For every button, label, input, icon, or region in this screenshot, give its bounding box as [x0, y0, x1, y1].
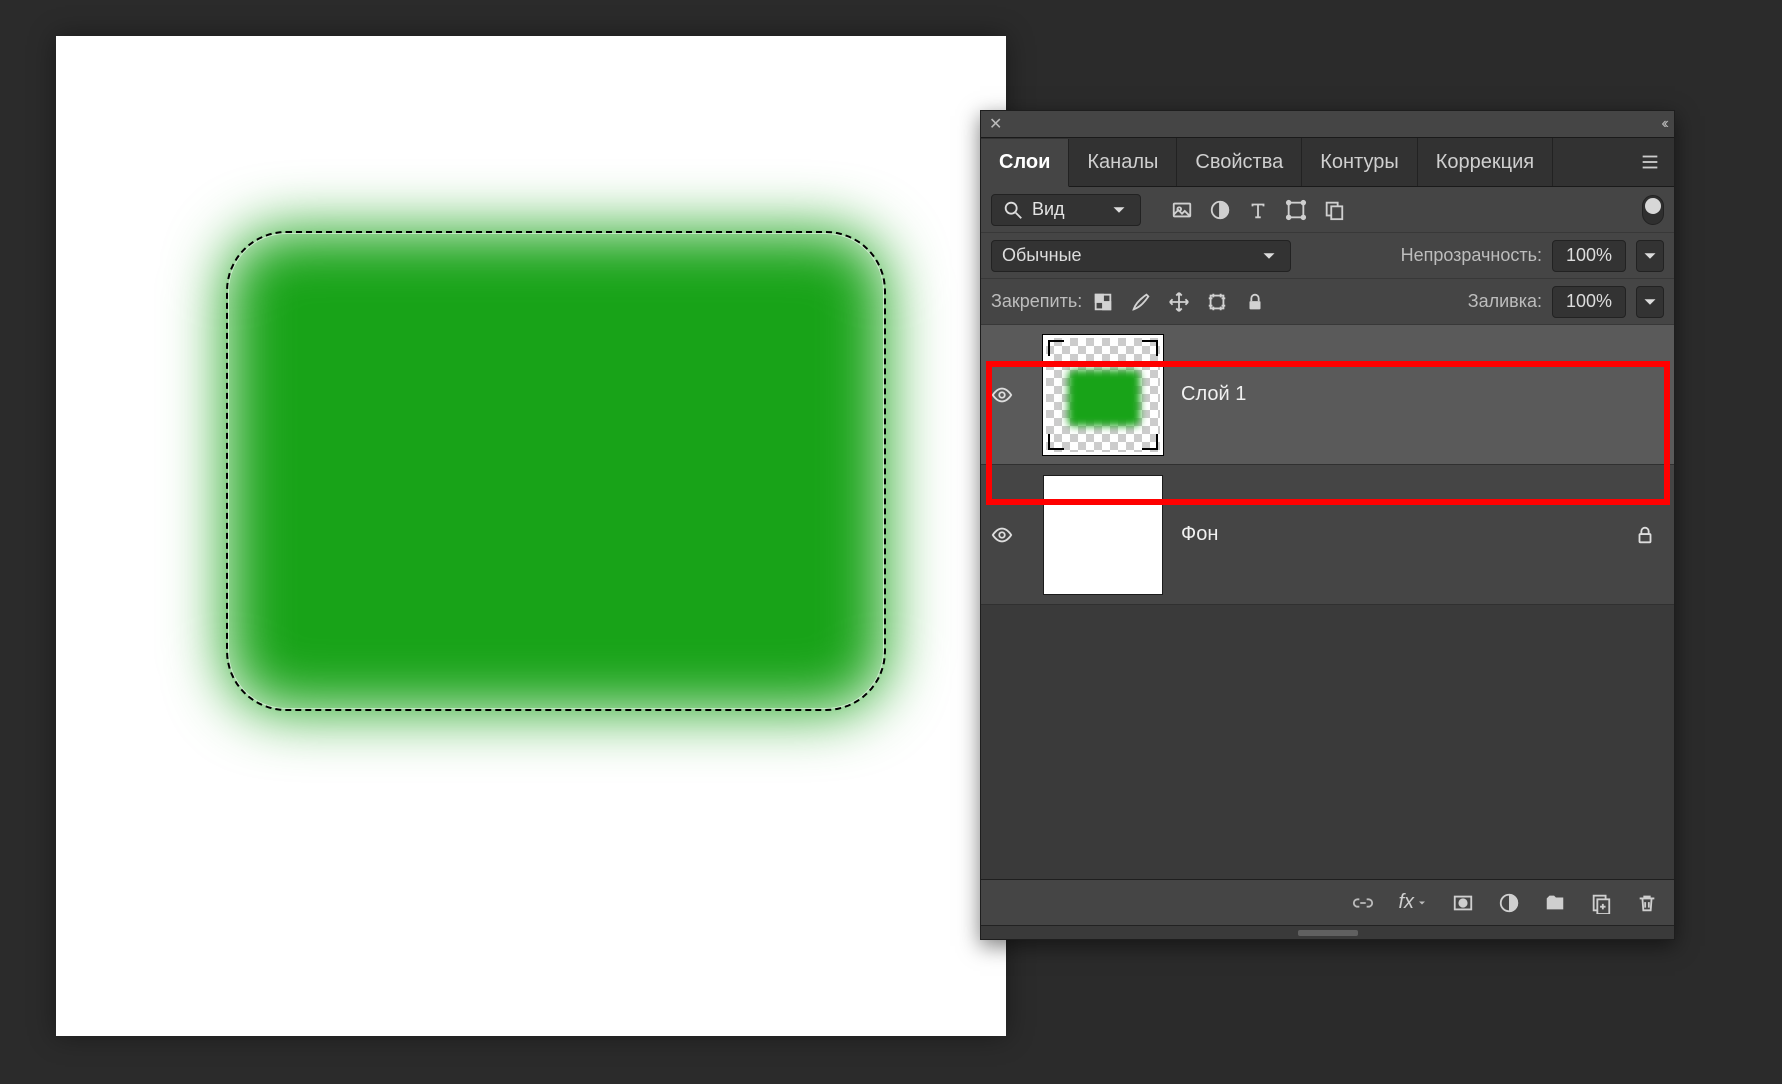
opacity-value[interactable]: 100% — [1552, 240, 1626, 272]
panel-footer: fx — [981, 879, 1674, 925]
thumb-content — [1068, 370, 1140, 426]
layer-row[interactable]: Слой 1 — [981, 325, 1674, 465]
lock-artboard-icon[interactable] — [1206, 291, 1228, 313]
filter-toggle[interactable] — [1642, 195, 1664, 225]
filter-type-icons — [1171, 199, 1345, 221]
new-layer-icon[interactable] — [1590, 892, 1612, 914]
adjust-icon[interactable] — [1209, 199, 1231, 221]
visibility-icon[interactable] — [991, 524, 1025, 546]
visibility-icon[interactable] — [991, 384, 1025, 406]
layer-thumbnail[interactable] — [1043, 335, 1163, 455]
green-shape — [226, 231, 886, 711]
chevron-down-icon — [1639, 245, 1661, 267]
opacity-stepper[interactable] — [1636, 240, 1664, 272]
lock-icon[interactable] — [1634, 524, 1656, 546]
filter-kind-select[interactable]: Вид — [991, 194, 1141, 226]
layer-name[interactable]: Слой 1 — [1181, 383, 1246, 406]
trash-icon[interactable] — [1636, 892, 1658, 914]
search-icon — [1002, 199, 1024, 221]
lock-move-icon[interactable] — [1168, 291, 1190, 313]
layer-name[interactable]: Фон — [1181, 523, 1218, 546]
image-icon[interactable] — [1171, 199, 1193, 221]
mask-icon[interactable] — [1452, 892, 1474, 914]
tab-paths[interactable]: Контуры — [1302, 138, 1417, 186]
lock-brush-icon[interactable] — [1130, 291, 1152, 313]
layer-row[interactable]: Фон — [981, 465, 1674, 605]
tab-channels[interactable]: Каналы — [1069, 138, 1177, 186]
collapse-icon[interactable]: ‹‹ — [1661, 115, 1666, 133]
tab-layers[interactable]: Слои — [981, 139, 1069, 187]
opacity-label: Непрозрачность: — [1401, 245, 1542, 266]
layer-filter-row: Вид — [981, 187, 1674, 233]
panel-menu-icon[interactable] — [1626, 138, 1674, 186]
chevron-down-icon — [1639, 291, 1661, 313]
layer-thumbnail[interactable] — [1043, 475, 1163, 595]
smart-icon[interactable] — [1323, 199, 1345, 221]
fx-label: fx — [1398, 891, 1414, 914]
fx-icon[interactable]: fx — [1398, 891, 1428, 914]
group-icon[interactable] — [1544, 892, 1566, 914]
panel-titlebar: ✕ ‹‹ — [981, 111, 1674, 137]
blend-mode-value: Обычные — [1002, 245, 1082, 266]
layers-panel: ✕ ‹‹ Слои Каналы Свойства Контуры Коррек… — [980, 110, 1675, 940]
lock-label: Закрепить: — [991, 291, 1082, 312]
filter-kind-label: Вид — [1032, 199, 1065, 220]
fill-value[interactable]: 100% — [1552, 286, 1626, 318]
link-icon[interactable] — [1352, 892, 1374, 914]
document-canvas[interactable] — [56, 36, 1006, 1036]
panel-tabs: Слои Каналы Свойства Контуры Коррекция — [981, 137, 1674, 187]
close-icon[interactable]: ✕ — [989, 114, 1002, 134]
shape-icon[interactable] — [1285, 199, 1307, 221]
layer-list: Слой 1 Фон — [981, 325, 1674, 879]
blend-row: Обычные Непрозрачность: 100% — [981, 233, 1674, 279]
tab-adjustments[interactable]: Коррекция — [1418, 138, 1553, 186]
lock-row: Закрепить: Заливка: 100% — [981, 279, 1674, 325]
fill-stepper[interactable] — [1636, 286, 1664, 318]
panel-resize-grip[interactable] — [981, 925, 1674, 939]
blend-mode-select[interactable]: Обычные — [991, 240, 1291, 272]
lock-all-icon[interactable] — [1244, 291, 1266, 313]
chevron-down-icon — [1258, 245, 1280, 267]
adjustment-icon[interactable] — [1498, 892, 1520, 914]
lock-icons — [1092, 291, 1266, 313]
chevron-down-icon — [1108, 199, 1130, 221]
fill-label: Заливка: — [1468, 291, 1542, 312]
type-icon[interactable] — [1247, 199, 1269, 221]
tab-properties[interactable]: Свойства — [1177, 138, 1302, 186]
lock-transparency-icon[interactable] — [1092, 291, 1114, 313]
